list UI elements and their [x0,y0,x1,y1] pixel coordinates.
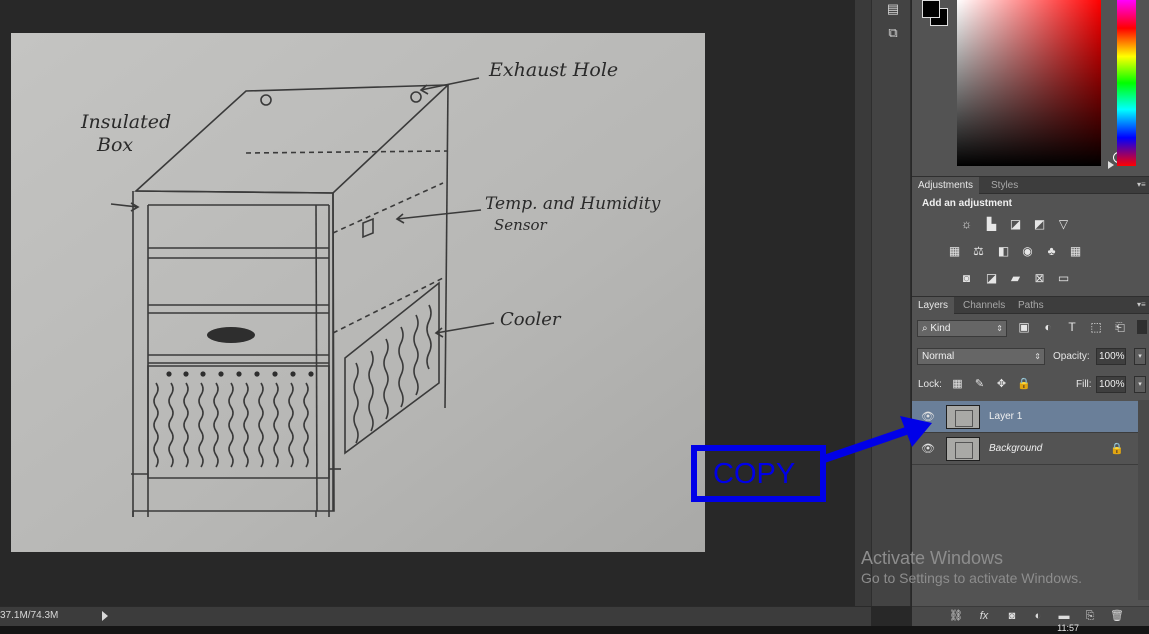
label-insulated: Insulated [80,111,171,133]
lock-label: Lock: [918,379,942,390]
opacity-dropdown-icon[interactable]: ▾ [1134,348,1146,365]
tab-layers[interactable]: Layers [912,297,955,314]
copy-annotation-box: COPY [691,445,826,502]
lock-all-icon[interactable]: 🔒 [1017,378,1031,391]
selective-color-icon[interactable]: ⊠ [1031,271,1048,286]
add-mask-icon[interactable]: ◙ [1004,609,1020,623]
chevron-updown-icon: ⇕ [996,324,1003,333]
photo-filter-icon[interactable]: ◉ [1019,244,1036,259]
brightness-contrast-icon[interactable]: ☼ [958,217,975,232]
layer-filter-kind-select[interactable]: ⌕ Kind ⇕ [917,320,1007,337]
layers-scrollbar[interactable] [1138,400,1149,600]
posterize-icon[interactable]: ◪ [983,271,1000,286]
curves-icon[interactable]: ◪ [1007,217,1024,232]
panel-menu-icon[interactable]: ▾≡ [1137,180,1147,190]
layers-panel: Layers Channels Paths ▾≡ ⌕ Kind ⇕ ▣ ◐ T … [912,296,1149,606]
label-cooler: Cooler [500,309,562,330]
layers-footer: ⛓ fx ◙ ◐ ▬ ⎘ 🗑 [912,606,1149,626]
layers-panel-menu-icon[interactable]: ▾≡ [1137,300,1147,310]
filter-adjustment-icon[interactable]: ◐ [1041,320,1055,334]
tab-adjustments[interactable]: Adjustments [912,177,980,194]
layer-filter-kind-value: Kind [930,323,951,334]
filter-type-icon[interactable]: T [1065,320,1079,334]
status-menu-arrow-icon[interactable] [102,611,108,621]
color-panel [912,0,1149,176]
invert-icon[interactable]: ◙ [958,271,975,286]
black-white-icon[interactable]: ◧ [995,244,1012,259]
document-image[interactable]: Exhaust Hole Insulated Box Temp. and Hum… [11,33,705,552]
copy-annotation-label: COPY [713,458,796,490]
label-box: Box [96,134,133,156]
layer-lock-icon[interactable]: 🔒 [1110,442,1124,455]
opacity-input[interactable]: 100% [1096,348,1126,365]
layer-row-layer-1[interactable]: 👁 Layer 1 [912,401,1138,433]
filter-shape-icon[interactable]: ⬚ [1089,320,1103,334]
new-group-icon[interactable]: ▬ [1056,609,1072,623]
photoshop-window: Exhaust Hole Insulated Box Temp. and Hum… [0,0,1149,634]
channel-mixer-icon[interactable]: ♣ [1043,244,1060,259]
lock-transparent-pixels-icon[interactable]: ▦ [951,378,964,391]
threshold-icon[interactable]: ▰ [1007,271,1024,286]
new-layer-icon[interactable]: ⎘ [1082,609,1098,623]
fill-dropdown-icon[interactable]: ▾ [1134,376,1146,393]
blend-mode-value: Normal [922,351,955,362]
exposure-icon[interactable]: ◩ [1031,217,1048,232]
fill-label: Fill: [1076,379,1092,390]
fill-input[interactable]: 100% [1096,376,1126,393]
sketch-drawing: Exhaust Hole Insulated Box Temp. and Hum… [11,33,705,552]
new-adjustment-layer-icon[interactable]: ◐ [1030,609,1046,623]
adjustments-heading: Add an adjustment [922,198,1013,209]
vibrance-icon[interactable]: ▽ [1055,217,1072,232]
filter-smart-object-icon[interactable]: ⎗ [1113,320,1127,334]
label-sensor: Sensor [494,216,548,234]
status-bar: 37.1M/74.3M [0,606,871,626]
canvas-vertical-scrollbar[interactable] [855,0,871,606]
windows-taskbar: 11:57 [0,623,1149,634]
layer-style-fx-icon[interactable]: fx [976,609,992,623]
adjustments-panel: Adjustments Styles ▾≡ Add an adjustment … [912,176,1149,296]
hue-slider-arrow-icon[interactable] [1108,161,1114,169]
color-field[interactable] [957,0,1124,166]
copy-annotation-arrow [822,416,932,463]
layer-name[interactable]: Layer 1 [989,411,1022,422]
hue-slider[interactable] [1117,0,1136,166]
3d-icon[interactable]: ⧉ [882,24,904,42]
opacity-label: Opacity: [1053,351,1090,362]
adjustments-tab-row: Adjustments Styles ▾≡ [912,177,1149,194]
document-size-readout: 37.1M/74.3M [0,610,59,621]
tab-paths[interactable]: Paths [1012,297,1050,314]
taskbar-clock: 11:57 [1057,623,1079,633]
panel-icon-strip: ▤ ⧉ [871,0,911,606]
hue-saturation-icon[interactable]: ▦ [946,244,963,259]
right-panel-dock: Adjustments Styles ▾≡ Add an adjustment … [912,0,1149,606]
canvas-area[interactable]: Exhaust Hole Insulated Box Temp. and Hum… [0,0,855,606]
layer-thumbnail [946,405,980,429]
layer-thumbnail [946,437,980,461]
label-temp-humidity: Temp. and Humidity [485,194,661,214]
properties-icon[interactable]: ▤ [882,0,904,18]
filter-pixel-icon[interactable]: ▣ [1017,320,1031,334]
color-lookup-icon[interactable]: ▦ [1067,244,1084,259]
layer-name[interactable]: Background [989,443,1042,454]
filter-toggle[interactable] [1137,320,1147,334]
foreground-color-swatch[interactable] [922,0,940,18]
gradient-map-icon[interactable]: ▭ [1055,271,1072,286]
layer-row-background[interactable]: 👁 Background 🔒 [912,433,1138,465]
tab-styles[interactable]: Styles [985,177,1024,194]
layers-tab-row: Layers Channels Paths ▾≡ [912,297,1149,314]
levels-icon[interactable]: ▙ [983,217,1000,232]
tab-channels[interactable]: Channels [957,297,1011,314]
link-layers-icon[interactable]: ⛓ [948,609,964,623]
chevron-updown-icon: ⇕ [1034,352,1041,361]
delete-layer-icon[interactable]: 🗑 [1109,609,1125,623]
label-exhaust-hole: Exhaust Hole [488,59,618,81]
lock-image-pixels-icon[interactable]: ✎ [973,378,986,391]
blend-mode-select[interactable]: Normal ⇕ [917,348,1045,365]
color-balance-icon[interactable]: ⚖ [970,244,987,259]
lock-position-icon[interactable]: ✥ [995,378,1008,391]
